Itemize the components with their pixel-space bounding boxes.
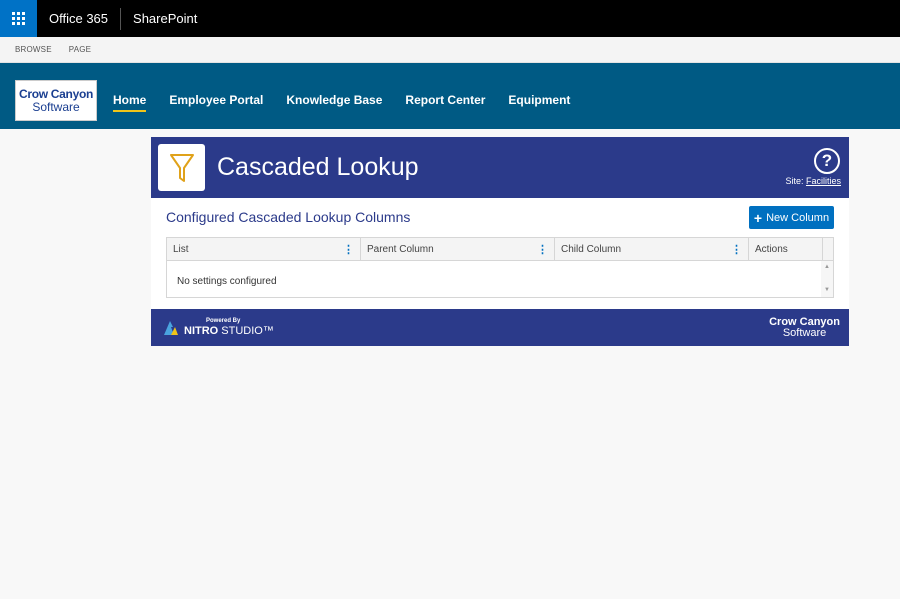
help-icon[interactable]: ? xyxy=(814,148,840,174)
nav-item-knowledge-base[interactable]: Knowledge Base xyxy=(286,93,382,107)
footer-brand-line2: Software xyxy=(782,327,827,339)
site-logo[interactable]: Crow Canyon Software xyxy=(15,80,97,121)
filter-icon xyxy=(169,153,194,182)
studio-word: STUDIO™ xyxy=(221,325,274,337)
sharepoint-product-name[interactable]: SharePoint xyxy=(121,11,197,26)
column-header-child-column[interactable]: Child Column ⋮ xyxy=(555,238,749,260)
column-header-label: List xyxy=(173,243,189,255)
nitro-logo-icon xyxy=(164,320,178,335)
waffle-icon xyxy=(12,12,25,25)
settings-grid: List ⋮ Parent Column ⋮ Child Column ⋮ Ac… xyxy=(166,237,834,298)
office365-brand[interactable]: Office 365 xyxy=(37,0,120,37)
nav-item-equipment[interactable]: Equipment xyxy=(508,93,570,107)
column-header-label: Actions xyxy=(755,243,788,255)
site-label: Site: xyxy=(785,176,804,186)
new-column-button[interactable]: + New Column xyxy=(749,206,834,229)
column-header-parent-column[interactable]: Parent Column ⋮ xyxy=(361,238,555,260)
grid-scrollbar[interactable]: ▲ ▼ xyxy=(821,261,833,297)
app-title: Cascaded Lookup xyxy=(217,153,419,181)
suite-bar: Office 365 SharePoint xyxy=(0,0,900,37)
empty-message: No settings configured xyxy=(177,276,277,287)
column-menu-icon[interactable]: ⋮ xyxy=(343,243,354,256)
app-icon-tile xyxy=(158,144,205,191)
ribbon: BROWSE PAGE xyxy=(0,37,900,63)
column-menu-icon[interactable]: ⋮ xyxy=(731,243,742,256)
column-header-label: Child Column xyxy=(561,243,622,255)
ribbon-tab-browse[interactable]: BROWSE xyxy=(15,45,52,54)
logo-text-line2: Software xyxy=(32,99,80,114)
new-column-label: New Column xyxy=(766,211,830,224)
grid-body: No settings configured ▲ ▼ xyxy=(167,261,833,297)
site-info: Site: Facilities xyxy=(785,176,841,186)
scroll-down-icon[interactable]: ▼ xyxy=(824,287,830,293)
nav-item-home[interactable]: Home xyxy=(113,93,147,112)
powered-by-text: Powered By xyxy=(206,318,241,324)
ribbon-tab-page[interactable]: PAGE xyxy=(69,45,91,54)
scroll-up-icon[interactable]: ▲ xyxy=(824,264,830,270)
site-link[interactable]: Facilities xyxy=(806,176,841,186)
column-header-actions: Actions xyxy=(749,238,823,260)
app-launcher-button[interactable] xyxy=(0,0,37,37)
nitro-text: Powered By NITRO STUDIO™ xyxy=(184,318,274,337)
nitro-studio-brand: Powered By NITRO STUDIO™ xyxy=(162,318,274,337)
top-navigation: Home Employee Portal Knowledge Base Repo… xyxy=(113,93,593,112)
app-header: Cascaded Lookup ? Site: Facilities xyxy=(151,137,849,198)
site-header: Crow Canyon Software Home Employee Porta… xyxy=(0,63,900,129)
cascaded-lookup-app: Cascaded Lookup ? Site: Facilities Confi… xyxy=(151,137,849,346)
app-footer: Powered By NITRO STUDIO™ Crow Canyon Sof… xyxy=(151,309,849,346)
section-title: Configured Cascaded Lookup Columns xyxy=(166,209,411,225)
column-header-label: Parent Column xyxy=(367,243,434,255)
nav-item-report-center[interactable]: Report Center xyxy=(405,93,485,107)
nav-item-employee-portal[interactable]: Employee Portal xyxy=(169,93,263,107)
crow-canyon-footer-logo: Crow Canyon Software xyxy=(769,317,840,339)
column-menu-icon[interactable]: ⋮ xyxy=(537,243,548,256)
nitro-studio-text: NITRO STUDIO™ xyxy=(184,325,274,337)
grid-header: List ⋮ Parent Column ⋮ Child Column ⋮ Ac… xyxy=(167,238,833,261)
logo-text-line1: Crow Canyon xyxy=(18,86,94,101)
column-header-list[interactable]: List ⋮ xyxy=(167,238,361,260)
plus-icon: + xyxy=(753,209,763,226)
nitro-word: NITRO xyxy=(184,325,219,337)
